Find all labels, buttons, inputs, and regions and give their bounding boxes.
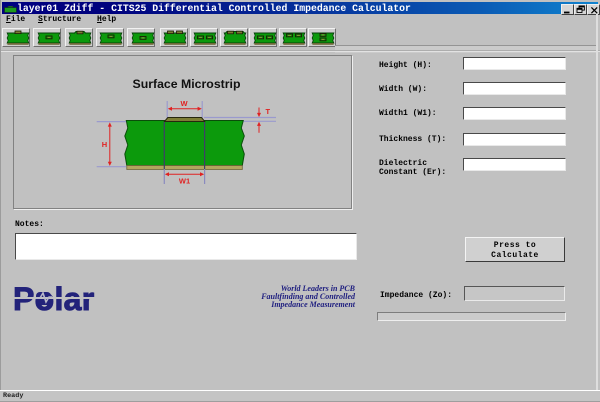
svg-text:W: W — [180, 99, 188, 108]
svg-text:W1: W1 — [179, 177, 190, 186]
svg-text:T: T — [266, 107, 271, 116]
svg-text:H: H — [102, 140, 107, 149]
